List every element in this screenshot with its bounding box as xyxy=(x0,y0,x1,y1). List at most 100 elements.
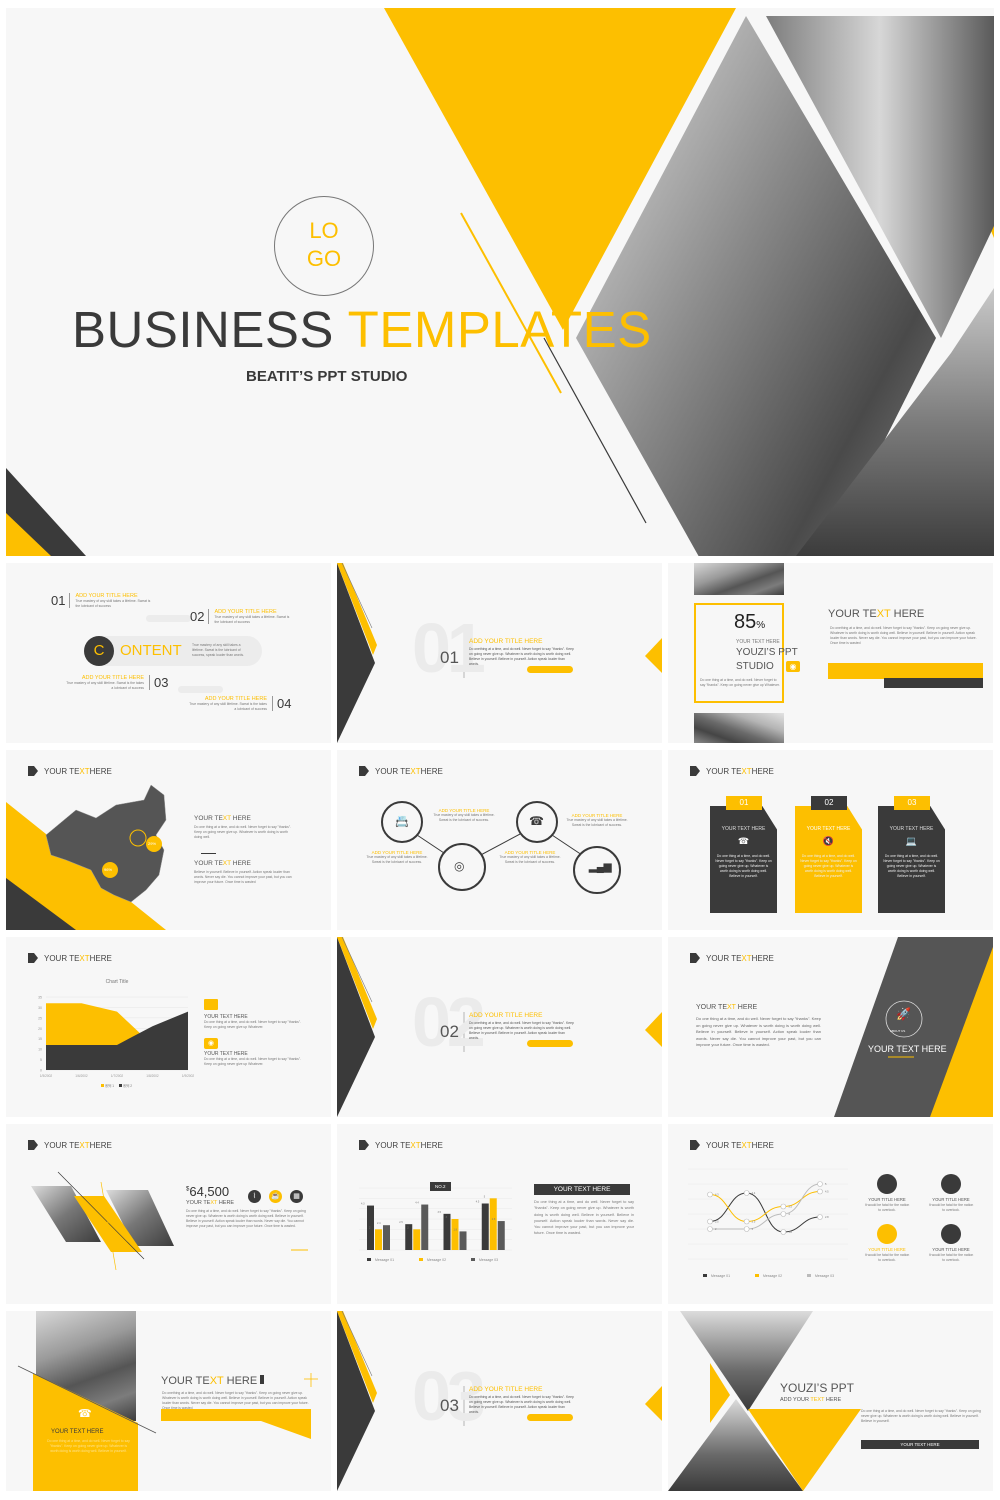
heading-post: HERE xyxy=(735,1004,758,1011)
city-photo-bottom xyxy=(694,713,784,743)
yellow-bar xyxy=(828,663,983,679)
about-slide: YOUR TE XT HERE 🚀 ABOUT US YOUR TEXT HERE… xyxy=(668,937,993,1117)
data-label: 4.4 xyxy=(752,1191,756,1195)
dark-chevron xyxy=(337,563,375,743)
bar xyxy=(421,1204,429,1250)
final-button[interactable]: YOUR TEXT HERE xyxy=(861,1440,979,1449)
bar xyxy=(481,1203,489,1250)
stat-value: 85 xyxy=(734,611,757,633)
data-point xyxy=(743,1218,750,1225)
dark-chevron xyxy=(337,937,375,1117)
data-label: 4.3 xyxy=(715,1193,719,1197)
card-icon: 💻 xyxy=(905,836,918,846)
cover-title: BUSINESS TEMPLATES xyxy=(72,300,652,359)
heading-post: HERE xyxy=(223,1375,258,1387)
contents-desc: True mastery of any skill lifetime. Swea… xyxy=(66,681,144,690)
data-point xyxy=(743,1226,750,1232)
castle-triangle-photo xyxy=(680,1311,813,1411)
camera-icon: ◉ xyxy=(786,661,800,672)
cover-title-accent: TEMPLATES xyxy=(347,301,652,358)
contents-item-4: ADD YOUR TITLE HERE True mastery of any s… xyxy=(189,696,291,712)
data-label: 5 xyxy=(484,1195,486,1198)
card-desc: Do one thing at a time, and do well. Nev… xyxy=(800,854,857,878)
photo-desc: Do onething at a time, and do well. Neve… xyxy=(162,1391,309,1410)
card-desc: Do one thing at a time, and do well. Nev… xyxy=(715,854,772,878)
heading-pre: YOUR TE xyxy=(194,815,223,822)
data-label: 4.3 xyxy=(361,1203,365,1206)
card-title: YOUR TEXT HERE xyxy=(889,826,934,832)
about-desc: Do one thing at a time, and do well. Nev… xyxy=(696,1016,821,1047)
photo-card-desc: Do one thing at a time, and do well. Nev… xyxy=(47,1439,130,1453)
data-point xyxy=(817,1181,823,1187)
map-desc-1: Do one thing at a time, and do well. Nev… xyxy=(194,825,292,839)
bar xyxy=(451,1219,459,1250)
data-label: 4.4 xyxy=(415,1202,419,1205)
legend-label: Message 01 xyxy=(375,1258,394,1262)
line-chart: 2.54.41.82.84.32.53.54.52 235Message 01 Me… xyxy=(688,1168,848,1278)
contents-num: 03 xyxy=(149,675,168,690)
legend-swatch xyxy=(119,1084,122,1087)
heading-accent: XT xyxy=(876,608,891,620)
data-label: 3.5 xyxy=(788,1205,792,1209)
contents-pill xyxy=(146,615,191,622)
legend-swatch xyxy=(101,1084,104,1087)
data-label: 1.8 xyxy=(788,1230,792,1234)
about-badge: ABOUT US xyxy=(890,1029,906,1033)
section-desc: Do onething at a time, and do well. Neve… xyxy=(469,1021,574,1040)
feature-desc: It would be fatal for the nation to over… xyxy=(864,1253,910,1262)
section-title: ADD YOUR TITLE HERE xyxy=(469,638,543,645)
map-heading-2: YOUR TEXT HERE xyxy=(194,860,251,867)
data-point xyxy=(780,1211,787,1217)
process-item-1: ADD YOUR TITLE HERE True mastery of any s… xyxy=(429,808,499,823)
feature-icon xyxy=(941,1224,961,1244)
heading-post: HERE xyxy=(751,766,774,776)
yellow-bar xyxy=(161,1409,311,1439)
bar-box-title: YOUR TEXT HERE xyxy=(534,1184,630,1195)
data-point xyxy=(780,1203,787,1210)
legend-label: 系列 2 xyxy=(123,1083,132,1088)
final-desc: Do one thing at a time, and do well. Nev… xyxy=(861,1409,981,1423)
data-point xyxy=(780,1229,787,1235)
data-point xyxy=(743,1190,750,1196)
legend-swatch xyxy=(703,1274,707,1277)
heading-pre: YOUR TE xyxy=(828,608,877,620)
data-point xyxy=(817,1214,823,1220)
callout-badge: NO.2 xyxy=(430,1182,451,1191)
x-tick-label: 1/9/2002 xyxy=(182,1074,195,1078)
cursor-block xyxy=(260,1375,265,1384)
yellow-arrow xyxy=(645,1386,662,1421)
contents-desc: True mastery of any skill lifetime. Swea… xyxy=(189,702,267,711)
photo-heading: YOUR TEXT HERE xyxy=(161,1375,265,1387)
line-chart-slide: YOUR TE XT HERE 2.5 4.4 1.8 2.8 4.3 2.5 3.5 4.5 2… xyxy=(668,1124,993,1304)
building-icon: ▦ xyxy=(290,1190,303,1203)
heading-post: HERE xyxy=(217,1200,235,1206)
feature-title: YOUR TITLE HERE xyxy=(932,1247,970,1252)
content-badge-desc: True mastery of any skill takes a lifeti… xyxy=(192,643,245,657)
cover-title-dark: BUSINESS xyxy=(72,301,334,358)
cover-slide: LO GO BUSINESS TEMPLATES BEATIT’S PPT ST… xyxy=(6,8,994,556)
stat-slide: 85% YOUR TEXT HERE YOUZI’S PPT STUDIO ◉ … xyxy=(668,563,993,743)
feature-desc: It would be fatal for the nation to over… xyxy=(928,1253,974,1262)
yellow-pill xyxy=(527,666,573,673)
content-badge-circle: C xyxy=(84,636,114,666)
card-icon: 🔇 xyxy=(822,836,835,846)
data-label: 2.8 xyxy=(492,1218,496,1221)
city-photo-top xyxy=(694,563,784,595)
camera-icon: ◉ xyxy=(204,1038,218,1049)
bar xyxy=(489,1198,497,1250)
dark-chevron xyxy=(337,1311,375,1491)
cup-icon: ☕ xyxy=(269,1190,282,1203)
section-slide-02: 02 02 ADD YOUR TITLE HERE Do onething at… xyxy=(337,937,662,1117)
y-tick-label: 5 xyxy=(40,1058,42,1062)
about-heading: YOUR TEXT HERE xyxy=(696,1004,757,1011)
contents-item-1: 01 ADD YOUR TITLE HERE True mastery of an… xyxy=(51,593,153,609)
process-desc: True mastery of any skill takes a lifeti… xyxy=(566,818,628,827)
heading-post: HERE xyxy=(230,860,251,867)
stat-percent: 85% xyxy=(734,611,765,634)
section-number: 01 xyxy=(440,648,459,667)
feature-icon xyxy=(877,1174,897,1194)
section-title: ADD YOUR TITLE HERE xyxy=(469,1012,543,1019)
contents-desc: True mastery of any skill takes a lifeti… xyxy=(75,599,151,608)
bar xyxy=(497,1221,505,1250)
section-slide-03: 03 03 ADD YOUR TITLE HERE Do onething at… xyxy=(337,1311,662,1491)
